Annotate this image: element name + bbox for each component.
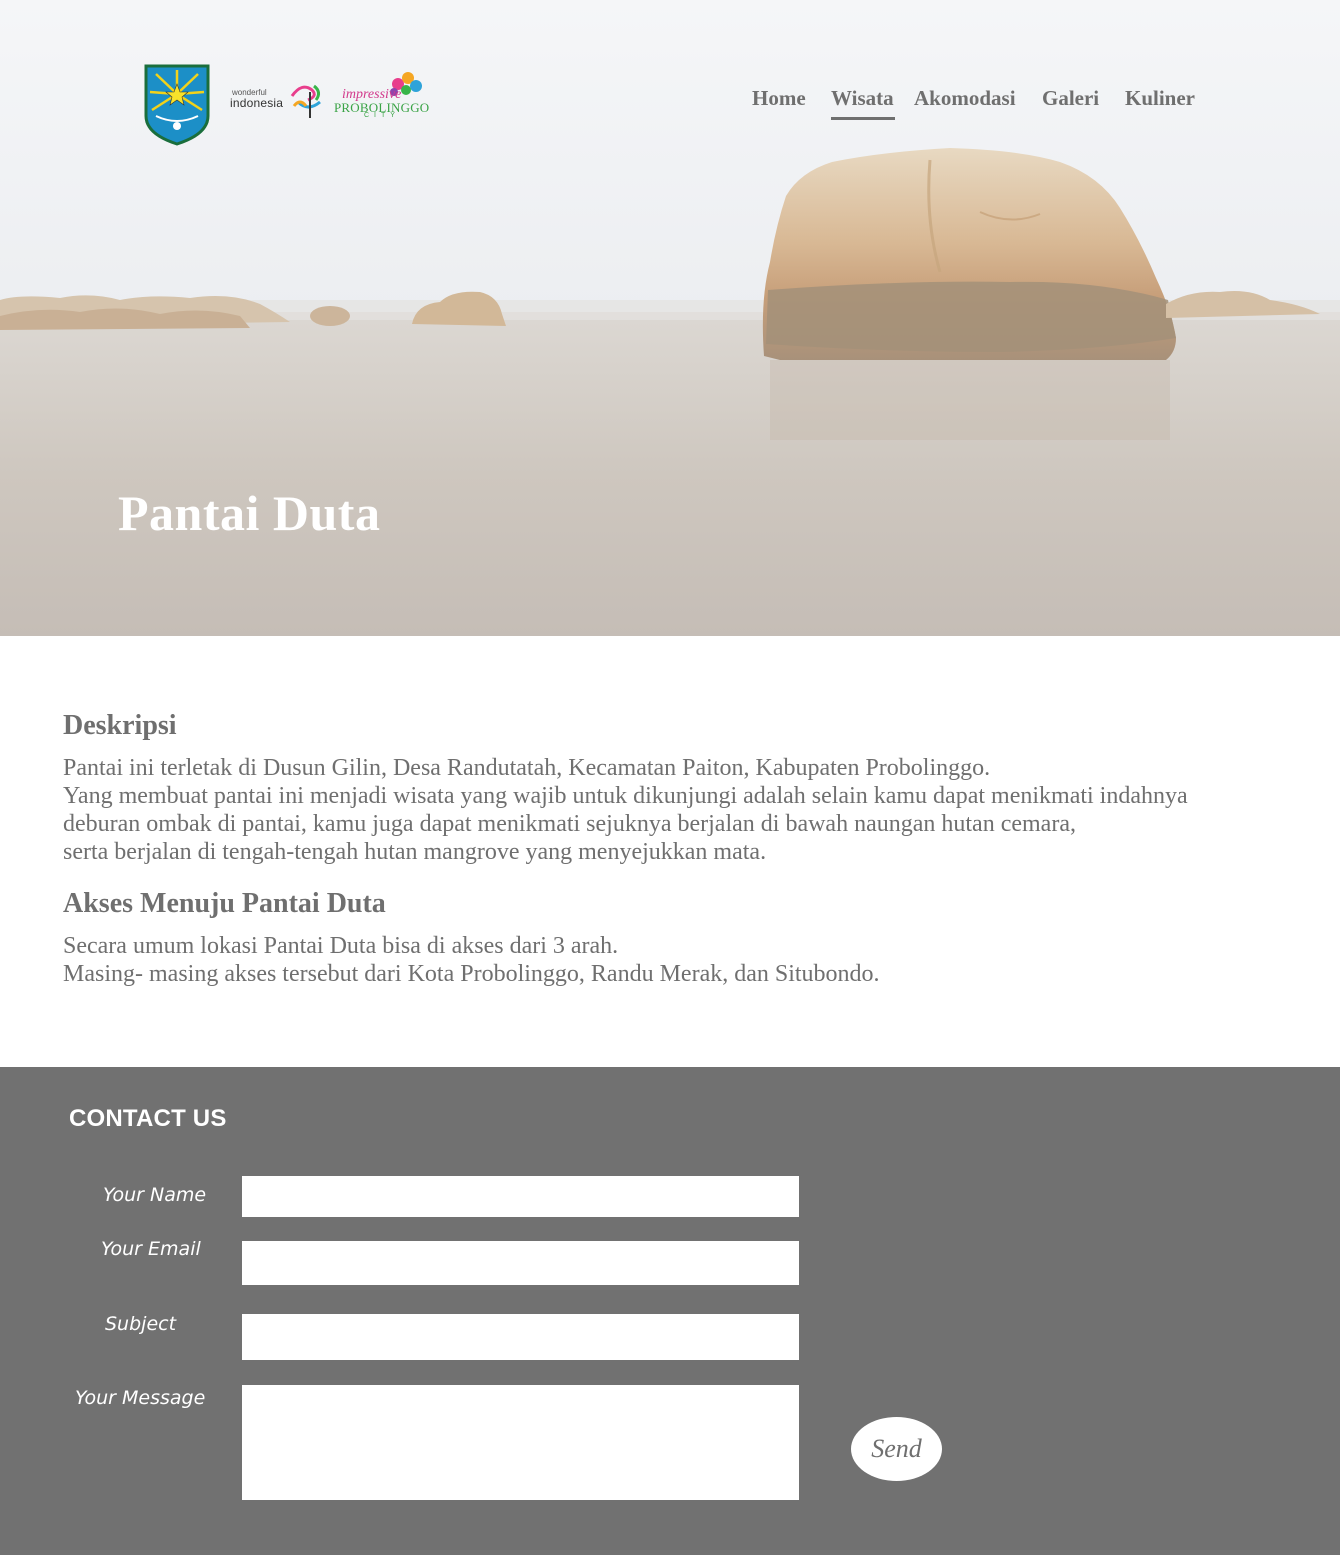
message-label: Your Message: [75, 1387, 206, 1409]
akses-section: Akses Menuju Pantai Duta Secara umum lok…: [63, 884, 1283, 988]
deskripsi-line: serta berjalan di tengah-tengah hutan ma…: [63, 839, 767, 865]
akses-line: Secara umum lokasi Pantai Duta bisa di a…: [63, 933, 619, 959]
contact-section: CONTACT US Your Name Your Email Subject …: [0, 1067, 1340, 1555]
subject-label: Subject: [105, 1313, 177, 1335]
impressive-probolinggo-logo[interactable]: impressive PROBOLINGGO CITY: [334, 70, 434, 124]
akses-line: Masing- masing akses tersebut dari Kota …: [63, 961, 880, 987]
main-nav: Home Wisata Akomodasi Galeri Kuliner: [740, 86, 1340, 126]
indonesia-text: indonesia: [230, 96, 284, 110]
deskripsi-line: deburan ombak di pantai, kamu juga dapat…: [63, 811, 1076, 837]
deskripsi-section: Deskripsi Pantai ini terletak di Dusun G…: [63, 706, 1283, 866]
akses-body: Secara umum lokasi Pantai Duta bisa di a…: [63, 932, 1283, 988]
probolinggo-crest-icon[interactable]: [144, 64, 210, 146]
nav-item-home[interactable]: Home: [752, 86, 806, 111]
subject-field[interactable]: [242, 1314, 799, 1360]
contact-title: CONTACT US: [69, 1105, 227, 1132]
send-button[interactable]: Send: [851, 1417, 942, 1481]
name-label: Your Name: [103, 1184, 207, 1206]
deskripsi-body: Pantai ini terletak di Dusun Gilin, Desa…: [63, 754, 1283, 866]
hero-banner: wonderful indonesia impressive PROBOLING…: [0, 0, 1340, 636]
deskripsi-line: Yang membuat pantai ini menjadi wisata y…: [63, 783, 1188, 809]
nav-item-kuliner[interactable]: Kuliner: [1125, 86, 1195, 111]
deskripsi-heading: Deskripsi: [63, 710, 177, 741]
nav-item-galeri[interactable]: Galeri: [1042, 86, 1099, 111]
message-field[interactable]: [242, 1385, 799, 1500]
city-text: CITY: [364, 112, 400, 119]
email-label: Your Email: [101, 1238, 201, 1260]
name-field[interactable]: [242, 1176, 799, 1217]
nav-item-akomodasi[interactable]: Akomodasi: [914, 86, 1016, 111]
wonderful-indonesia-swirl-icon: [290, 84, 321, 118]
akses-heading: Akses Menuju Pantai Duta: [63, 888, 386, 919]
email-field[interactable]: [242, 1241, 799, 1285]
page-title: Pantai Duta: [118, 485, 381, 541]
wonderful-indonesia-logo[interactable]: wonderful indonesia: [230, 80, 326, 124]
deskripsi-line: Pantai ini terletak di Dusun Gilin, Desa…: [63, 755, 991, 781]
nav-item-wisata[interactable]: Wisata: [831, 86, 895, 120]
